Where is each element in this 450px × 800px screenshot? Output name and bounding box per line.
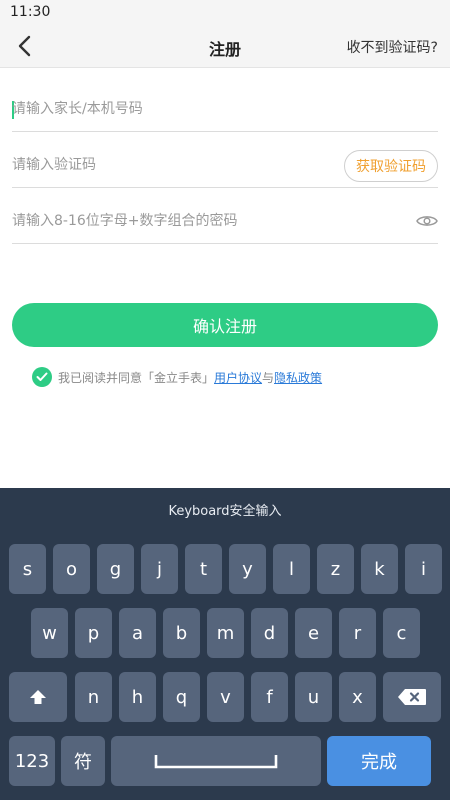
check-icon [36,372,48,381]
shift-icon [30,690,46,704]
backspace-icon [398,689,426,705]
key-s[interactable]: s [9,544,46,594]
numbers-key[interactable]: 123 [9,736,55,786]
key-d[interactable]: d [251,608,288,658]
nav-bar: 注册 收不到验证码? [0,24,450,68]
no-code-link[interactable]: 收不到验证码? [347,37,438,57]
key-u[interactable]: u [295,672,332,722]
space-icon [154,755,278,769]
key-g[interactable]: g [97,544,134,594]
key-v[interactable]: v [207,672,244,722]
eye-icon [416,216,438,226]
secure-keyboard: Keyboard安全输入 s o g j t y l z k i w p a b… [0,488,450,800]
symbols-key[interactable]: 符 [61,736,105,786]
key-t[interactable]: t [185,544,222,594]
key-r[interactable]: r [339,608,376,658]
key-m[interactable]: m [207,608,244,658]
key-h[interactable]: h [119,672,156,722]
get-code-button[interactable]: 获取验证码 [344,150,438,182]
phone-input[interactable] [12,96,332,122]
status-bar: 11:30 [0,0,450,24]
password-field [12,198,438,244]
agreement-checkbox[interactable] [32,367,52,387]
password-input[interactable] [12,208,332,234]
done-key[interactable]: 完成 [327,736,431,786]
key-k[interactable]: k [361,544,398,594]
key-q[interactable]: q [163,672,200,722]
verification-code-input[interactable] [12,152,332,178]
shift-key[interactable] [9,672,67,722]
key-x[interactable]: x [339,672,376,722]
space-key[interactable] [111,736,321,786]
key-f[interactable]: f [251,672,288,722]
key-n[interactable]: n [75,672,112,722]
verification-code-field: 获取验证码 [12,142,438,188]
backspace-key[interactable] [383,672,441,722]
key-y[interactable]: y [229,544,266,594]
agreement-row: 我已阅读并同意「金立手表」 用户协议 与 隐私政策 [32,367,322,387]
privacy-policy-link[interactable]: 隐私政策 [274,369,322,386]
key-a[interactable]: a [119,608,156,658]
key-l[interactable]: l [273,544,310,594]
key-w[interactable]: w [31,608,68,658]
user-agreement-link[interactable]: 用户协议 [214,369,262,386]
show-password-toggle[interactable] [416,212,438,230]
key-p[interactable]: p [75,608,112,658]
key-o[interactable]: o [53,544,90,594]
status-time: 11:30 [10,4,51,20]
key-e[interactable]: e [295,608,332,658]
key-c[interactable]: c [383,608,420,658]
agreement-conjunction: 与 [262,370,275,385]
key-j[interactable]: j [141,544,178,594]
agreement-text: 我已阅读并同意「金立手表」 [58,370,215,385]
key-b[interactable]: b [163,608,200,658]
phone-field [12,86,438,132]
key-i[interactable]: i [405,544,442,594]
confirm-register-button[interactable]: 确认注册 [12,303,438,347]
key-z[interactable]: z [317,544,354,594]
keyboard-title: Keyboard安全输入 [168,504,282,519]
